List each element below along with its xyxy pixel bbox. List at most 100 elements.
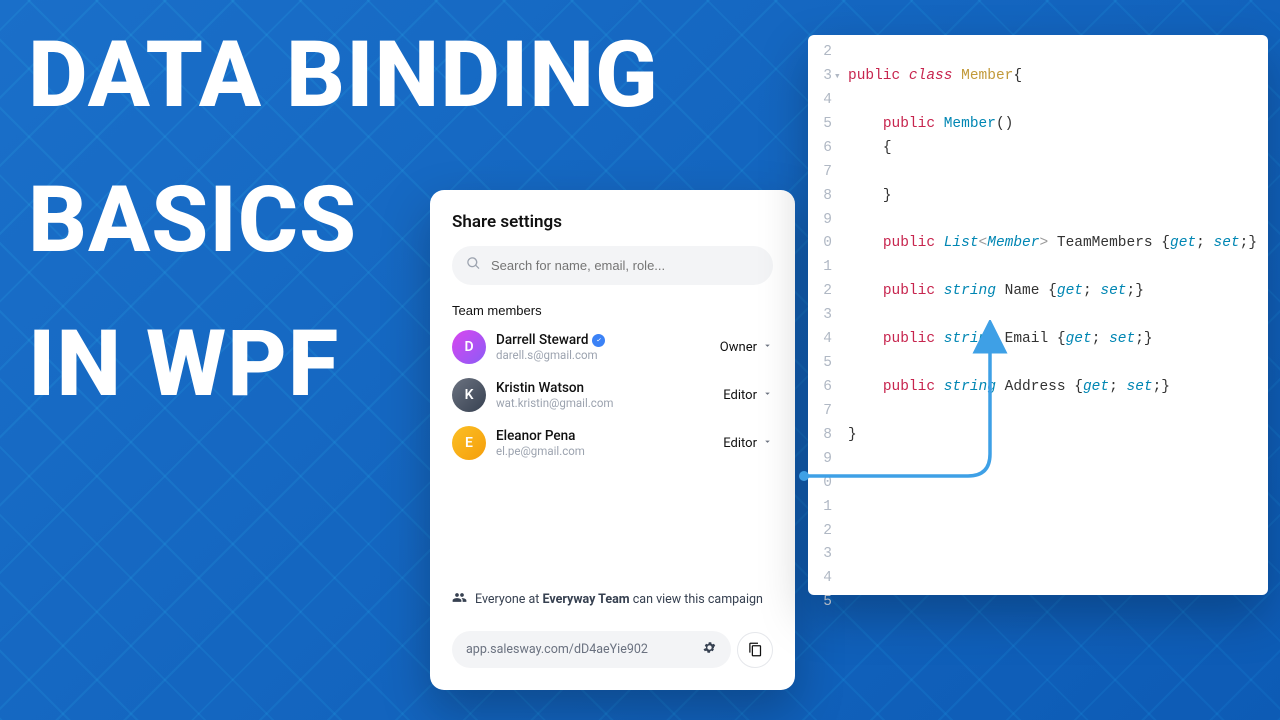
code-line: 6 { (808, 137, 1268, 161)
code-line: 9 (808, 209, 1268, 233)
line-number: 3 (808, 543, 834, 567)
member-name: Eleanor Pena (496, 428, 713, 444)
fold-indicator (834, 209, 848, 233)
member-email: el.pe@gmail.com (496, 444, 713, 458)
line-number: 1 (808, 256, 834, 280)
share-url: app.salesway.com/dD4aeYie902 (466, 642, 648, 657)
code-text: public string Name {get; set;} (848, 280, 1268, 304)
code-line: 0 public List<Member> TeamMembers {get; … (808, 232, 1268, 256)
code-line: 3▾public class Member{ (808, 65, 1268, 89)
fold-indicator (834, 472, 848, 496)
chevron-down-icon (762, 340, 773, 355)
fold-indicator (834, 567, 848, 591)
code-text: } (848, 424, 1268, 448)
member-info: Darrell Steward darell.s@gmail.com (496, 332, 710, 362)
avatar: K (452, 378, 486, 412)
code-text (848, 567, 1268, 591)
search-input[interactable] (491, 258, 759, 273)
code-line: 3 (808, 543, 1268, 567)
share-settings-card: Share settings Team members D Darrell St… (430, 190, 795, 690)
code-line: 5 (808, 352, 1268, 376)
code-line: 7 (808, 161, 1268, 185)
fold-indicator (834, 89, 848, 113)
code-text: { (848, 137, 1268, 161)
code-block: 2 3▾public class Member{4 5 public Membe… (808, 41, 1268, 615)
line-number: 6 (808, 376, 834, 400)
code-text (848, 543, 1268, 567)
line-number: 0 (808, 472, 834, 496)
line-number: 2 (808, 280, 834, 304)
everyone-access-row: Everyone at Everyway Team can view this … (452, 582, 773, 617)
fold-indicator (834, 41, 848, 65)
search-icon (466, 256, 491, 275)
people-icon (452, 590, 467, 609)
member-email: wat.kristin@gmail.com (496, 396, 713, 410)
role-select[interactable]: Editor (723, 388, 773, 403)
line-number: 4 (808, 567, 834, 591)
verified-icon (592, 334, 605, 347)
line-number: 6 (808, 137, 834, 161)
code-line: 0 (808, 472, 1268, 496)
everyone-text: Everyone at Everyway Team can view this … (475, 592, 763, 607)
fold-indicator (834, 376, 848, 400)
line-number: 4 (808, 89, 834, 113)
code-text (848, 400, 1268, 424)
fold-indicator (834, 424, 848, 448)
line-number: 2 (808, 520, 834, 544)
copy-button[interactable] (737, 632, 773, 668)
code-line: 8} (808, 424, 1268, 448)
code-line: 7 (808, 400, 1268, 424)
code-line: 4 (808, 567, 1268, 591)
line-number: 9 (808, 448, 834, 472)
member-row: K Kristin Watson wat.kristin@gmail.com E… (452, 378, 773, 412)
code-line: 2 public string Name {get; set;} (808, 280, 1268, 304)
line-number: 5 (808, 591, 834, 615)
share-link-box[interactable]: app.salesway.com/dD4aeYie902 (452, 631, 731, 668)
chevron-down-icon (762, 388, 773, 403)
code-text (848, 256, 1268, 280)
code-line: 5 (808, 591, 1268, 615)
line-number: 5 (808, 352, 834, 376)
fold-indicator (834, 400, 848, 424)
code-line: 4 (808, 89, 1268, 113)
team-members-label: Team members (452, 303, 773, 318)
line-number: 9 (808, 209, 834, 233)
member-row: D Darrell Steward darell.s@gmail.com Own… (452, 330, 773, 364)
share-link-row: app.salesway.com/dD4aeYie902 (452, 631, 773, 668)
role-select[interactable]: Owner (720, 340, 773, 355)
line-number: 5 (808, 113, 834, 137)
code-line: 1 (808, 496, 1268, 520)
code-line: 2 (808, 520, 1268, 544)
search-field[interactable] (452, 246, 773, 285)
line-number: 0 (808, 232, 834, 256)
line-number: 8 (808, 424, 834, 448)
member-name: Darrell Steward (496, 332, 710, 348)
fold-indicator (834, 328, 848, 352)
fold-indicator (834, 520, 848, 544)
line-number: 8 (808, 185, 834, 209)
avatar: E (452, 426, 486, 460)
member-row: E Eleanor Pena el.pe@gmail.com Editor (452, 426, 773, 460)
code-text: public string Email {get; set;} (848, 328, 1268, 352)
chevron-down-icon (762, 436, 773, 451)
member-name: Kristin Watson (496, 380, 713, 396)
fold-indicator (834, 113, 848, 137)
avatar: D (452, 330, 486, 364)
fold-indicator: ▾ (834, 65, 848, 89)
fold-indicator (834, 496, 848, 520)
code-line: 2 (808, 41, 1268, 65)
code-line: 3 (808, 304, 1268, 328)
fold-indicator (834, 161, 848, 185)
code-line: 6 public string Address {get; set;} (808, 376, 1268, 400)
code-text (848, 448, 1268, 472)
code-line: 4 public string Email {get; set;} (808, 328, 1268, 352)
fold-indicator (834, 280, 848, 304)
fold-indicator (834, 352, 848, 376)
fold-indicator (834, 304, 848, 328)
code-text (848, 161, 1268, 185)
title-line-1: DATA BINDING (28, 28, 659, 125)
role-select[interactable]: Editor (723, 436, 773, 451)
code-text (848, 591, 1268, 615)
gear-icon[interactable] (702, 640, 717, 659)
member-info: Kristin Watson wat.kristin@gmail.com (496, 380, 713, 410)
